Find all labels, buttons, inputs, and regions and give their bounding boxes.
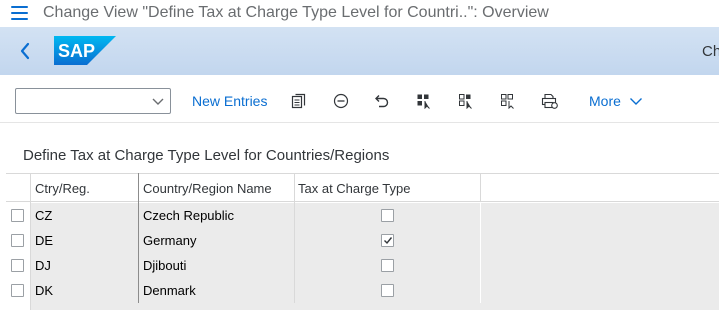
row-select-checkbox[interactable] xyxy=(11,234,24,247)
copy-button[interactable] xyxy=(286,88,312,114)
select-all-icon xyxy=(417,94,430,109)
row-select-checkbox[interactable] xyxy=(11,259,24,272)
deselect-all-button[interactable] xyxy=(495,88,521,114)
more-label: More xyxy=(589,93,621,109)
ctry-code-cell[interactable]: DK xyxy=(31,278,138,303)
deselect-all-icon xyxy=(501,94,514,109)
column-header-ctry[interactable]: Ctry/Reg. xyxy=(31,174,139,202)
empty-cell xyxy=(481,253,719,278)
table-row[interactable]: DK Denmark xyxy=(6,278,719,303)
print-button[interactable] xyxy=(537,88,563,114)
delete-icon xyxy=(333,93,349,109)
undo-icon xyxy=(375,95,389,108)
tax-at-charge-type-cell xyxy=(295,203,480,228)
back-button[interactable] xyxy=(14,40,36,62)
undo-button[interactable] xyxy=(369,88,395,114)
empty-cell xyxy=(481,278,719,303)
entries-table: Ctry/Reg. Country/Region Name Tax at Cha… xyxy=(6,173,719,310)
row-select-checkbox[interactable] xyxy=(11,209,24,222)
hamburger-menu-icon[interactable] xyxy=(11,6,28,20)
variant-select[interactable] xyxy=(15,88,171,114)
empty-row-cell xyxy=(31,303,719,310)
ctry-code-cell[interactable]: DJ xyxy=(31,253,138,278)
chevron-down-icon xyxy=(629,98,642,105)
tax-at-charge-type-checkbox[interactable] xyxy=(381,259,394,272)
empty-cell xyxy=(481,203,719,228)
country-name-cell: Germany xyxy=(139,228,294,253)
ctry-code-cell[interactable]: CZ xyxy=(31,203,138,228)
shell-title-truncated: Ch xyxy=(702,43,719,60)
shell-bar: SAP Ch xyxy=(0,27,719,75)
delete-button[interactable] xyxy=(328,88,354,114)
row-selector[interactable] xyxy=(6,228,29,253)
select-column-header xyxy=(6,174,29,202)
copy-icon xyxy=(291,93,306,109)
checkmark-icon xyxy=(383,237,392,245)
new-entries-button[interactable]: New Entries xyxy=(192,88,267,114)
row-selector[interactable] xyxy=(6,203,29,228)
chevron-left-icon xyxy=(20,42,30,60)
tax-at-charge-type-cell xyxy=(295,278,480,303)
column-divider xyxy=(480,173,481,202)
tax-at-charge-type-checkbox[interactable] xyxy=(381,209,394,222)
row-selector[interactable] xyxy=(6,253,29,278)
select-block-icon xyxy=(459,94,472,109)
row-select-checkbox[interactable] xyxy=(11,284,24,297)
column-header-name[interactable]: Country/Region Name xyxy=(139,174,294,202)
table-row[interactable]: CZ Czech Republic xyxy=(6,203,719,228)
section-title: Define Tax at Charge Type Level for Coun… xyxy=(23,147,390,164)
window-title: Change View "Define Tax at Charge Type L… xyxy=(43,4,549,21)
country-name-cell: Denmark xyxy=(139,278,294,303)
toolbar: New Entries More xyxy=(0,75,719,123)
row-selector[interactable] xyxy=(6,278,29,303)
tax-at-charge-type-cell xyxy=(295,253,480,278)
column-header-tax[interactable]: Tax at Charge Type xyxy=(294,174,480,202)
more-button[interactable]: More xyxy=(589,88,643,114)
select-block-button[interactable] xyxy=(453,88,479,114)
chevron-down-icon xyxy=(152,98,164,105)
ctry-code-cell[interactable]: DE xyxy=(31,228,138,253)
table-row[interactable]: DE Germany xyxy=(6,228,719,253)
select-all-button[interactable] xyxy=(411,88,437,114)
table-header: Ctry/Reg. Country/Region Name Tax at Cha… xyxy=(6,173,719,202)
table-row[interactable]: DJ Djibouti xyxy=(6,253,719,278)
sap-logo: SAP xyxy=(54,36,116,65)
sap-logo-text: SAP xyxy=(58,41,95,61)
country-name-cell: Djibouti xyxy=(139,253,294,278)
tax-at-charge-type-checkbox[interactable] xyxy=(381,284,394,297)
empty-cell xyxy=(481,228,719,253)
title-bar: Change View "Define Tax at Charge Type L… xyxy=(0,0,719,27)
tax-at-charge-type-cell xyxy=(295,228,480,253)
print-icon xyxy=(541,93,558,109)
country-name-cell: Czech Republic xyxy=(139,203,294,228)
tax-at-charge-type-checkbox[interactable] xyxy=(381,234,394,247)
table-row xyxy=(6,303,719,310)
